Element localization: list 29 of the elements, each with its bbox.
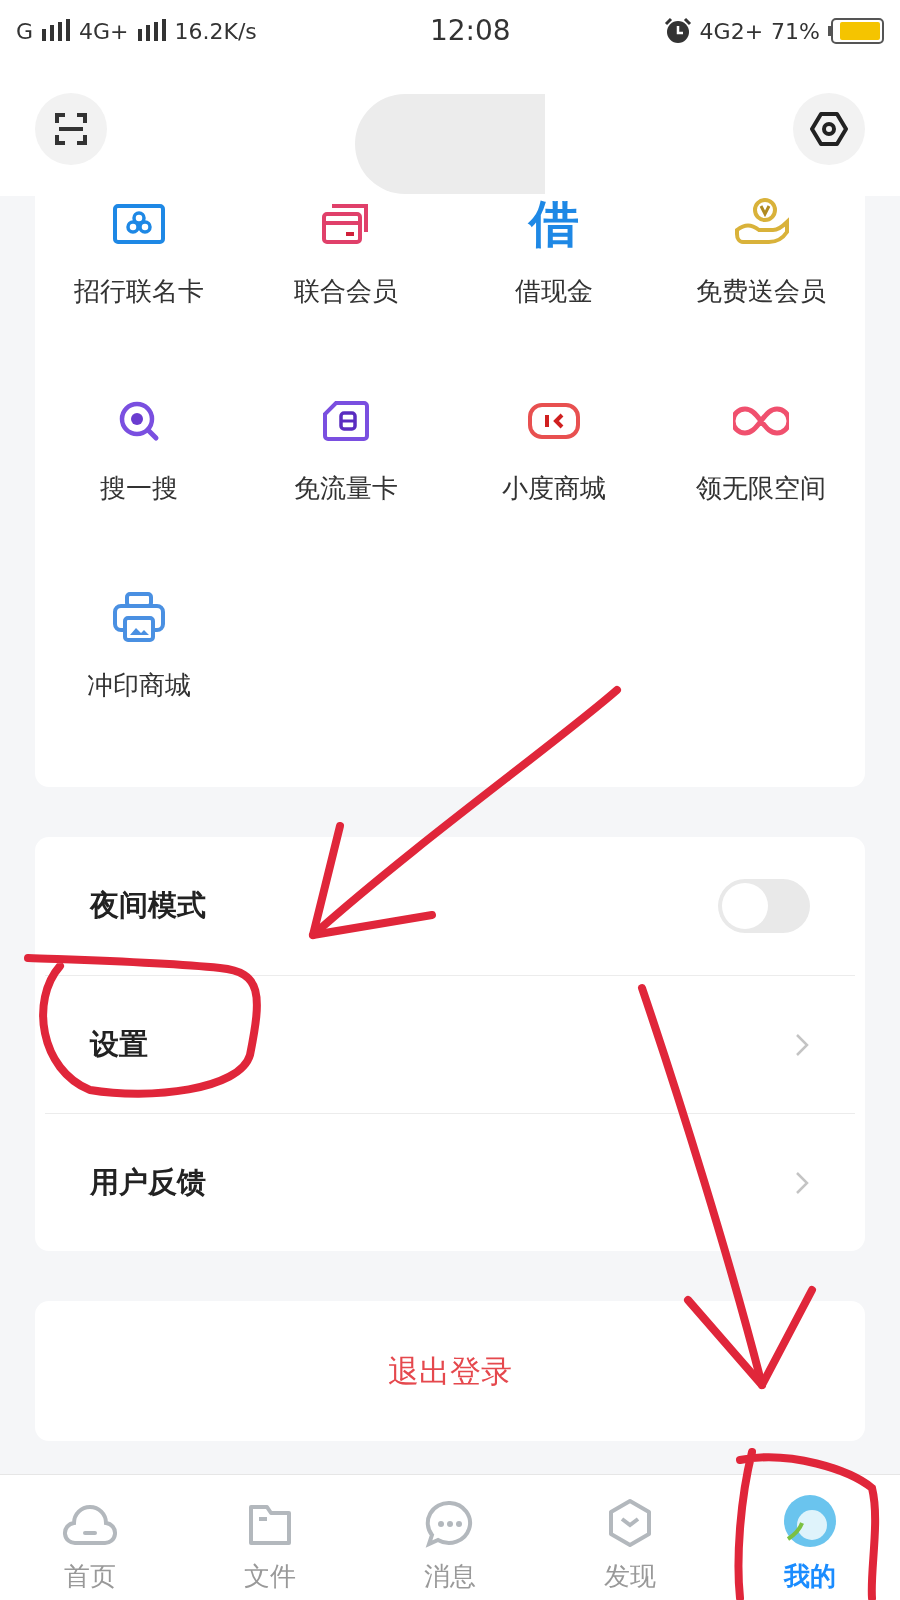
battery-percent: 71% xyxy=(771,17,820,46)
network-speed: 16.2K/s xyxy=(174,17,257,46)
scan-icon xyxy=(53,111,89,147)
service-item[interactable]: 借 借现金 xyxy=(450,196,658,393)
service-item[interactable]: 领无限空间 xyxy=(657,393,865,590)
network-label: 4G2+ xyxy=(699,17,764,46)
setting-label: 用户反馈 xyxy=(90,1163,206,1201)
service-item[interactable]: 联合会员 xyxy=(242,196,450,393)
setting-label: 设置 xyxy=(90,1025,148,1063)
settings-icon xyxy=(810,110,848,148)
service-item[interactable]: 免流量卡 xyxy=(242,393,450,590)
service-item[interactable]: 小度商城 xyxy=(450,393,658,590)
signal-icon xyxy=(136,19,167,43)
alarm-icon xyxy=(663,17,692,45)
chevron-right-icon[interactable] xyxy=(794,1169,810,1196)
carrier-label: G xyxy=(16,17,34,46)
logout-button[interactable]: 退出登录 xyxy=(35,1301,865,1441)
signal-icon xyxy=(41,19,72,43)
avatar-icon xyxy=(782,1493,838,1549)
loan-icon: 借 xyxy=(525,196,582,252)
chevron-right-icon[interactable] xyxy=(794,1031,810,1058)
network-label: 4G+ xyxy=(79,17,129,46)
service-item[interactable]: 冲印商城 xyxy=(35,590,243,787)
service-item[interactable]: 免费送会员 xyxy=(657,196,865,393)
clock: 12:08 xyxy=(429,13,511,49)
setting-label: 夜间模式 xyxy=(90,887,206,925)
battery-icon xyxy=(828,18,884,44)
service-item[interactable]: 搜一搜 xyxy=(35,393,243,590)
service-item[interactable]: 招行联名卡 xyxy=(35,196,243,393)
